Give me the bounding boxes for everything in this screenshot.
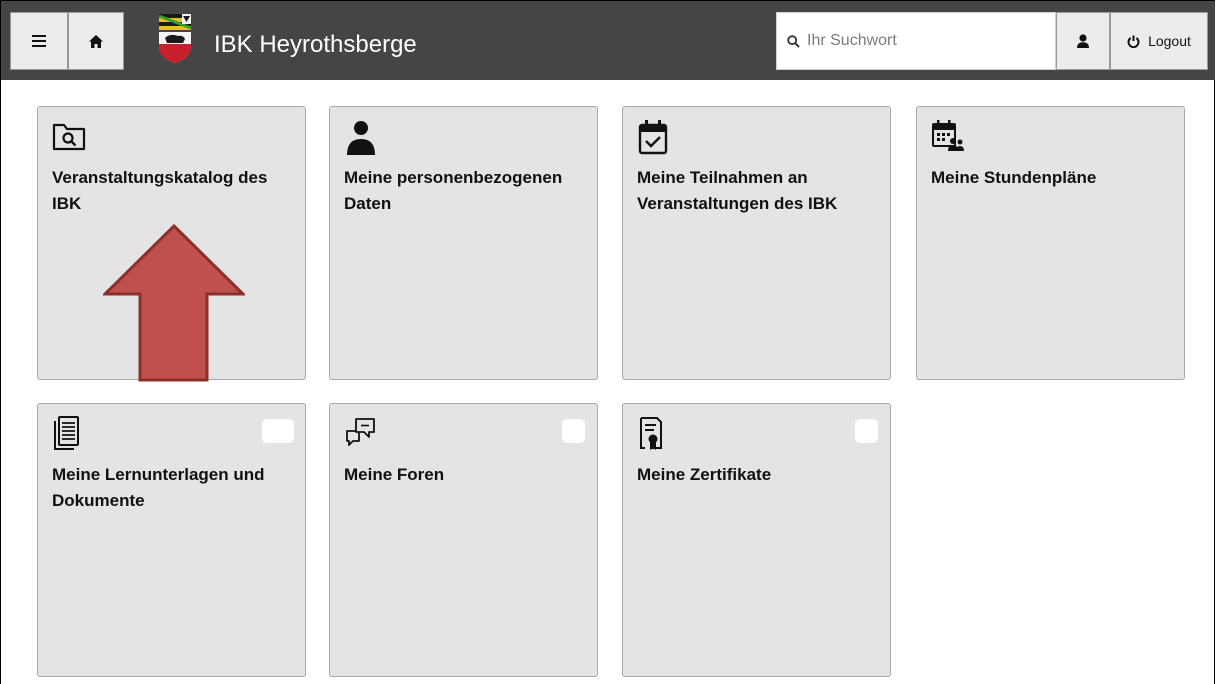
notification-badge — [855, 419, 878, 443]
up-arrow-annotation — [103, 224, 245, 382]
hamburger-menu-icon — [32, 35, 46, 47]
tile-personal-data[interactable]: Meine personenbezogenen Daten — [329, 106, 598, 380]
tile-timetables[interactable]: Meine Stundenpläne — [916, 106, 1185, 380]
notification-badge — [562, 419, 585, 443]
certificate-icon — [640, 417, 662, 450]
tile-forums[interactable]: Meine Foren — [329, 403, 598, 677]
menu-button[interactable] — [10, 12, 68, 70]
person-icon — [347, 121, 375, 155]
top-navigation-bar: IBK Heyrothsberge Logout — [1, 1, 1215, 80]
home-icon — [89, 34, 103, 48]
tile-label: Meine Teilnahmen an Veranstaltungen des … — [637, 168, 838, 213]
tile-label: Veranstaltungskatalog des IBK — [52, 168, 268, 213]
tile-learning-documents[interactable]: Meine Lernunterlagen und Dokumente — [37, 403, 306, 677]
search-box[interactable] — [776, 12, 1056, 70]
calendar-group-icon — [932, 120, 964, 151]
app-title: IBK Heyrothsberge — [214, 31, 417, 58]
tile-label: Meine Zertifikate — [637, 465, 772, 484]
tile-certificates[interactable]: Meine Zertifikate — [622, 403, 891, 677]
tile-label: Meine personenbezogenen Daten — [344, 168, 563, 213]
tile-participations[interactable]: Meine Teilnahmen an Veranstaltungen des … — [622, 106, 891, 380]
logout-button[interactable]: Logout — [1110, 12, 1208, 70]
tile-label: Meine Stundenpläne — [931, 168, 1097, 187]
documents-icon — [54, 416, 79, 450]
user-profile-button[interactable] — [1056, 12, 1110, 70]
tile-label: Meine Lernunterlagen und Dokumente — [52, 465, 265, 510]
logout-label: Logout — [1148, 33, 1191, 49]
power-icon — [1127, 35, 1140, 48]
notification-badge — [262, 419, 294, 443]
calendar-check-icon — [638, 120, 668, 155]
coat-of-arms-logo — [158, 14, 192, 63]
search-input[interactable] — [807, 32, 1037, 50]
folder-search-icon — [52, 123, 86, 151]
search-icon — [787, 34, 800, 48]
tile-label: Meine Foren — [344, 465, 445, 484]
home-button[interactable] — [68, 12, 124, 70]
user-icon — [1077, 34, 1089, 48]
chat-bubbles-icon — [346, 418, 375, 446]
